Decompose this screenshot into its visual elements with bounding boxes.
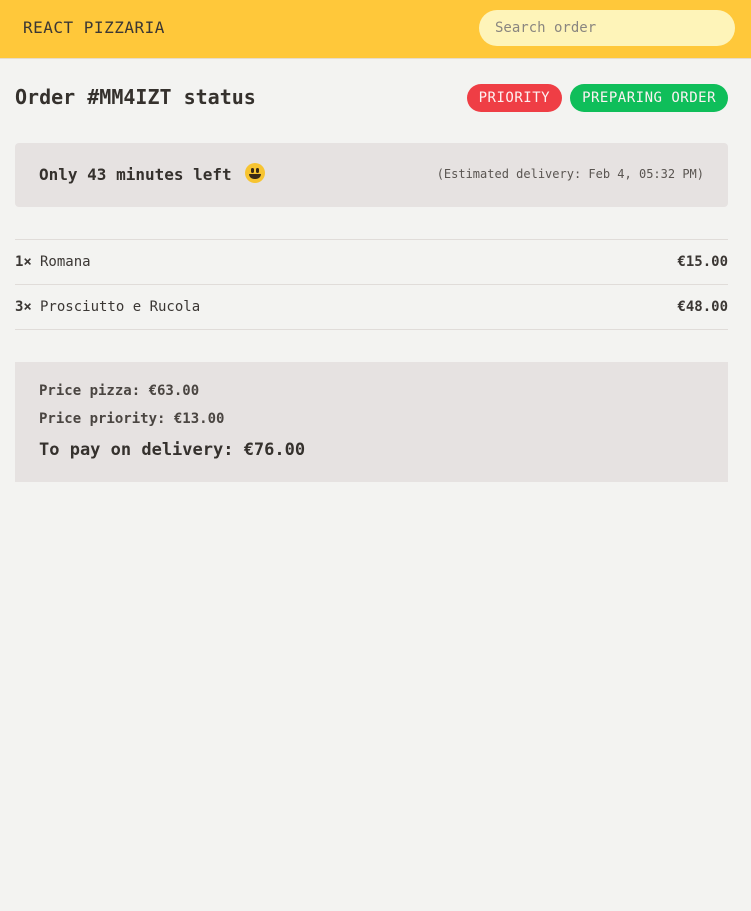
item-quantity: 1× — [15, 254, 32, 270]
grinning-face-icon — [245, 163, 266, 183]
status-badges: PRIORITY PREPARING ORDER — [466, 84, 728, 112]
minutes-left-text: Only 43 minutes left — [39, 165, 232, 184]
app-header: REACT PIZZARIA — [0, 0, 751, 59]
price-priority: Price priority: €13.00 — [39, 411, 225, 427]
price-pizza: Price pizza: €63.00 — [39, 383, 200, 399]
brand-logo-link[interactable]: REACT PIZZARIA — [23, 18, 165, 37]
search-order-input[interactable] — [479, 10, 735, 46]
estimated-delivery-text: (Estimated delivery: Feb 4, 05:32 PM) — [436, 167, 704, 181]
list-item: 3× Prosciutto e Rucola €48.00 — [15, 285, 728, 330]
item-price: €15.00 — [677, 254, 728, 270]
item-name: Romana — [40, 254, 91, 270]
list-item: 1× Romana €15.00 — [15, 240, 728, 285]
delivery-countdown-panel: Only 43 minutes left (Estimated delivery… — [15, 143, 728, 207]
order-status-badge: PREPARING ORDER — [570, 84, 728, 112]
price-summary-panel: Price pizza: €63.00 Price priority: €13.… — [15, 362, 728, 482]
order-items-list: 1× Romana €15.00 3× Prosciutto e Rucola … — [15, 239, 728, 330]
item-price: €48.00 — [677, 299, 728, 315]
countdown-text-row: Only 43 minutes left — [39, 163, 266, 184]
item-quantity: 3× — [15, 299, 32, 315]
item-name: Prosciutto e Rucola — [40, 299, 201, 315]
page-title: Order #MM4IZT status — [15, 85, 256, 109]
total-to-pay: To pay on delivery: €76.00 — [39, 440, 306, 460]
priority-badge: PRIORITY — [466, 84, 563, 112]
